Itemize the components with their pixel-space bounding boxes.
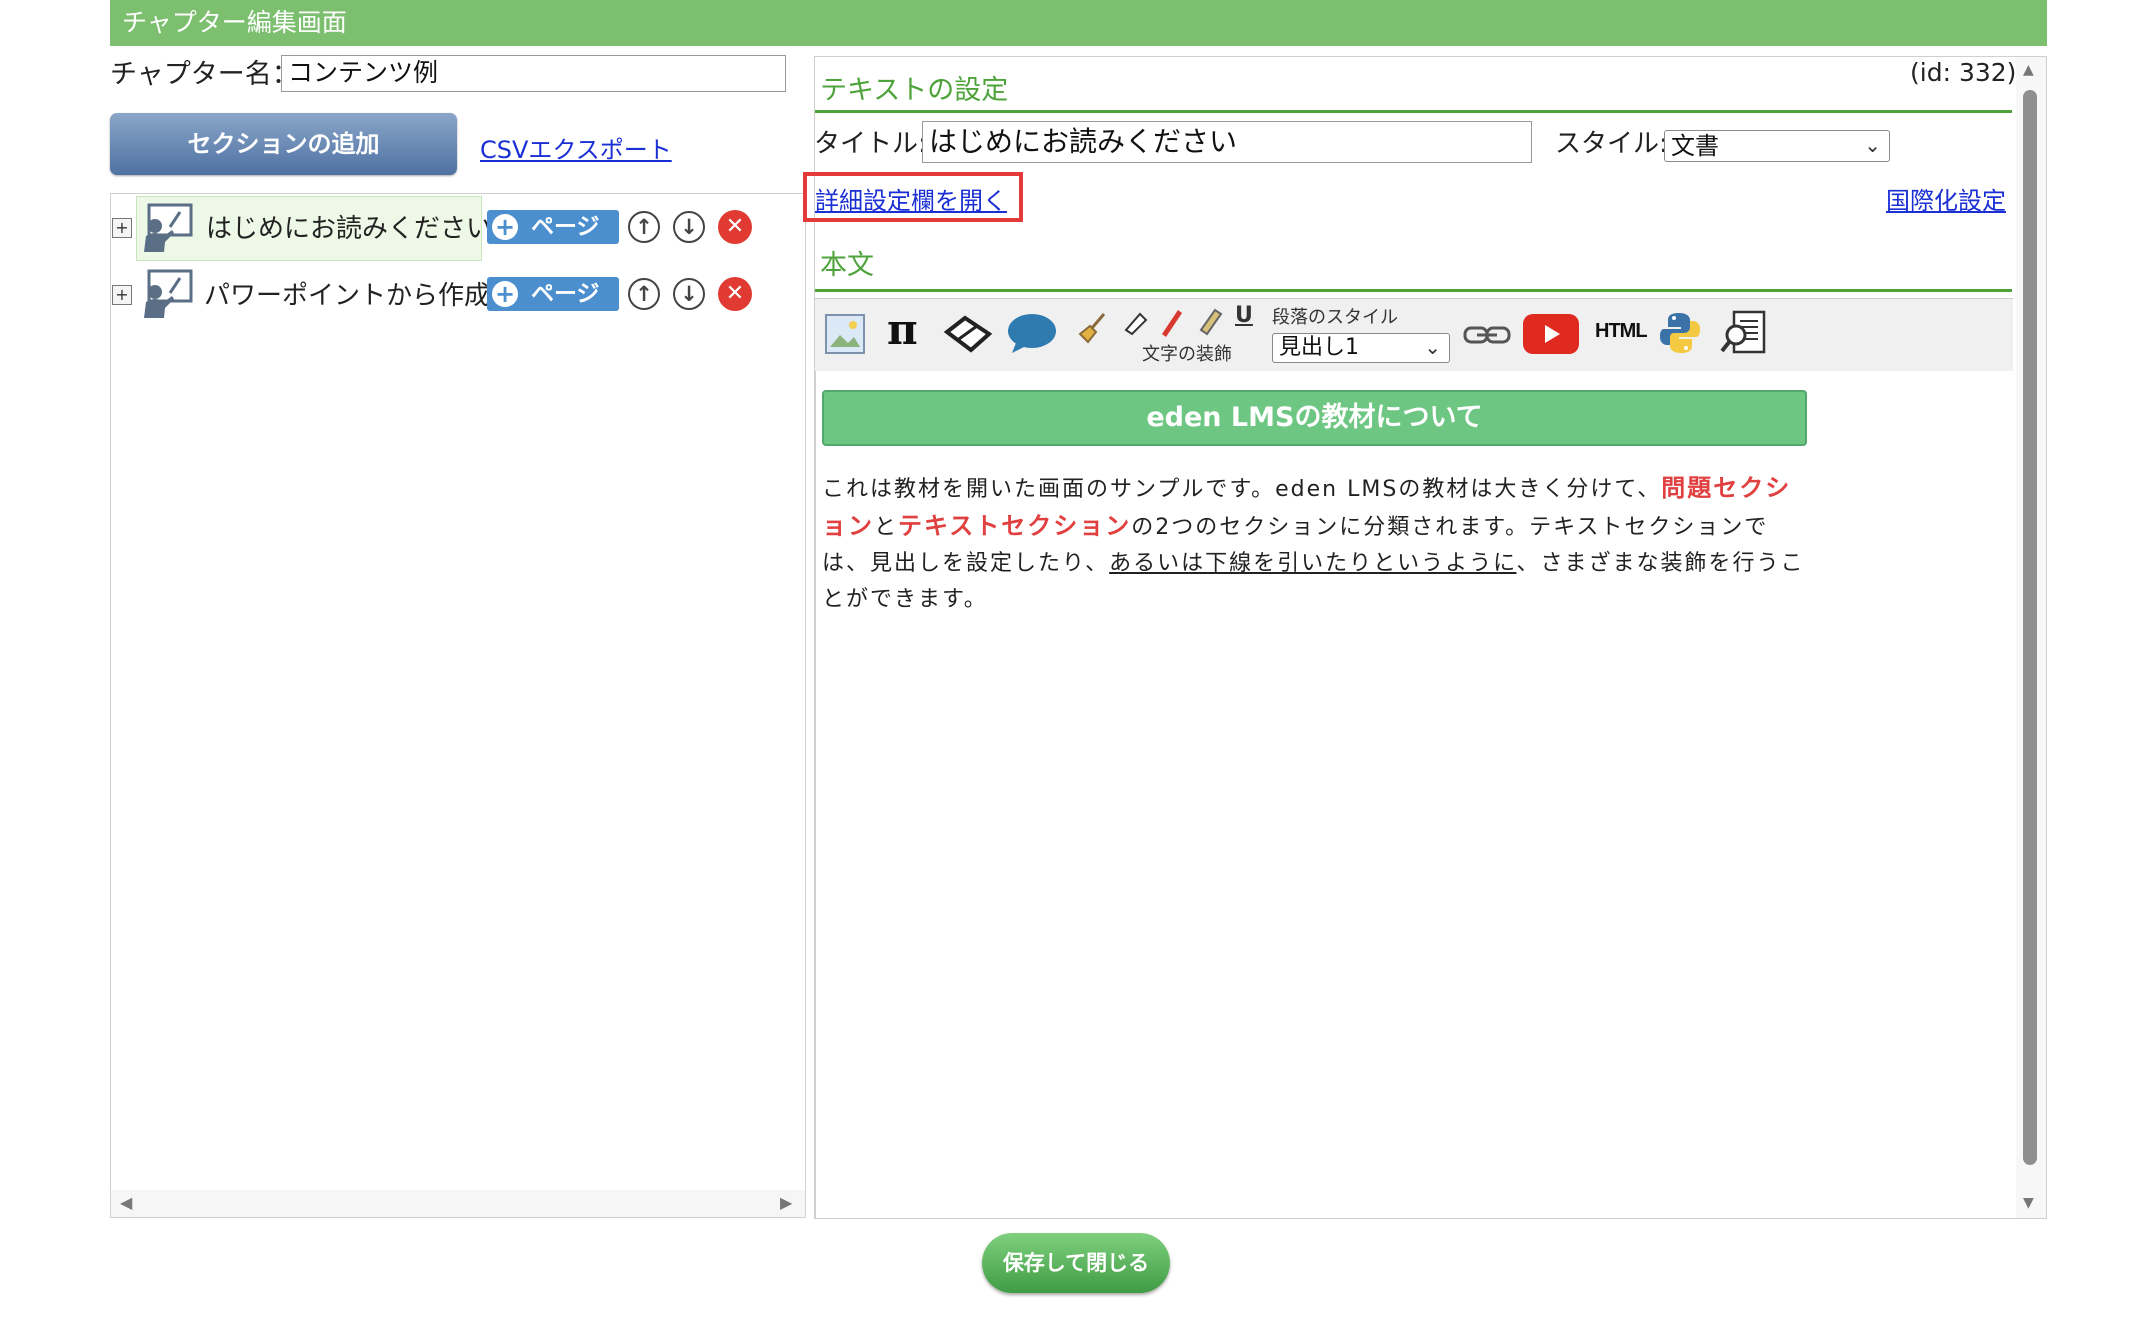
add-page-label: ページ [531, 214, 600, 240]
body-heading: 本文 [820, 250, 874, 281]
title-label: タイトル: [814, 129, 927, 159]
underlined-text: あるいは下線を引いたりというように [1109, 551, 1517, 576]
style-select-value: 文書 [1671, 132, 1719, 160]
section-label[interactable]: はじめにお読みください [206, 208, 492, 245]
style-select[interactable]: 文書 ⌄ [1664, 130, 1890, 162]
highlighter-icon[interactable] [1195, 304, 1225, 338]
body-divider [815, 289, 2012, 292]
chapter-name-label: チャプター名： [110, 59, 299, 90]
window-title: チャプター編集画面 [122, 8, 347, 37]
content-heading[interactable]: eden LMSの教材について [822, 390, 1807, 446]
expand-toggle[interactable]: + [112, 285, 132, 305]
move-down-icon[interactable]: ↓ [673, 278, 705, 310]
style-label: スタイル: [1555, 129, 1668, 159]
image-icon[interactable] [824, 313, 866, 355]
paragraph-style-label: 段落のスタイル [1272, 307, 1398, 328]
vertical-scrollbar-thumb[interactable] [2023, 90, 2037, 1165]
chapter-name-input[interactable]: コンテンツ例 [281, 55, 786, 92]
speech-bubble-icon[interactable] [1006, 311, 1058, 355]
add-page-button[interactable]: + ページ [487, 210, 619, 244]
add-page-button[interactable]: + ページ [487, 277, 619, 311]
move-down-icon[interactable]: ↓ [673, 211, 705, 243]
move-up-icon[interactable]: ↑ [628, 211, 660, 243]
i18n-settings-link[interactable]: 国際化設定 [1886, 181, 2006, 216]
delete-icon[interactable]: ✕ [718, 277, 752, 311]
underline-icon[interactable]: U [1235, 303, 1253, 328]
window-title-bar: チャプター編集画面 [110, 0, 2047, 46]
emphasis-text: テキストセクション [898, 512, 1132, 540]
paragraph-style-select[interactable]: 見出し1 ⌄ [1272, 333, 1450, 363]
broom-icon[interactable] [1074, 312, 1108, 348]
scroll-right-icon[interactable]: ▶ [780, 1193, 792, 1212]
advanced-settings-link[interactable]: 詳細設定欄を開く [815, 181, 1007, 216]
text-settings-heading: テキストの設定 [820, 75, 1009, 106]
paragraph-text: これは教材を開いた画面のサンプルです。eden LMSの教材は大きく分けて、 [822, 477, 1662, 502]
presenter-icon [144, 203, 193, 252]
add-page-label: ページ [531, 281, 600, 307]
search-document-icon[interactable] [1720, 309, 1768, 357]
horizontal-scrollbar[interactable] [111, 1190, 805, 1217]
plus-icon: + [492, 281, 518, 307]
expand-toggle[interactable]: + [112, 218, 132, 238]
html-icon[interactable]: HTML [1595, 320, 1648, 343]
presenter-icon [144, 269, 193, 318]
id-label: (id: 332) [1910, 58, 2017, 87]
delete-icon[interactable]: ✕ [718, 210, 752, 244]
title-input[interactable]: はじめにお読みください [922, 121, 1532, 163]
csv-export-link[interactable]: CSVエクスポート [480, 130, 672, 165]
move-up-icon[interactable]: ↑ [628, 278, 660, 310]
heading-divider [815, 110, 2012, 113]
section-tree-panel [110, 193, 806, 1218]
scroll-left-icon[interactable]: ◀ [120, 1193, 132, 1212]
save-and-close-button[interactable]: 保存して閉じる [982, 1233, 1170, 1293]
content-paragraph[interactable]: これは教材を開いた画面のサンプルです。eden LMSの教材は大きく分けて、問題… [822, 470, 1812, 618]
plus-icon: + [492, 214, 518, 240]
eraser-icon[interactable] [943, 314, 993, 354]
pen-icons[interactable] [1122, 304, 1190, 338]
pi-icon[interactable]: π [887, 305, 918, 354]
section-label[interactable]: パワーポイントから作成 [204, 275, 490, 312]
link-icon[interactable] [1462, 323, 1512, 347]
chevron-down-icon: ⌄ [1424, 335, 1441, 359]
add-section-button[interactable]: セクションの追加 [110, 113, 457, 175]
python-icon[interactable] [1658, 311, 1702, 355]
paragraph-text: と [874, 515, 899, 540]
youtube-icon[interactable] [1522, 313, 1580, 355]
scroll-down-icon[interactable]: ▼ [2023, 1195, 2034, 1211]
text-decoration-label: 文字の装飾 [1142, 344, 1232, 365]
paragraph-style-value: 見出し1 [1279, 335, 1359, 360]
scroll-up-icon[interactable]: ▲ [2023, 62, 2034, 78]
chevron-down-icon: ⌄ [1864, 133, 1881, 157]
